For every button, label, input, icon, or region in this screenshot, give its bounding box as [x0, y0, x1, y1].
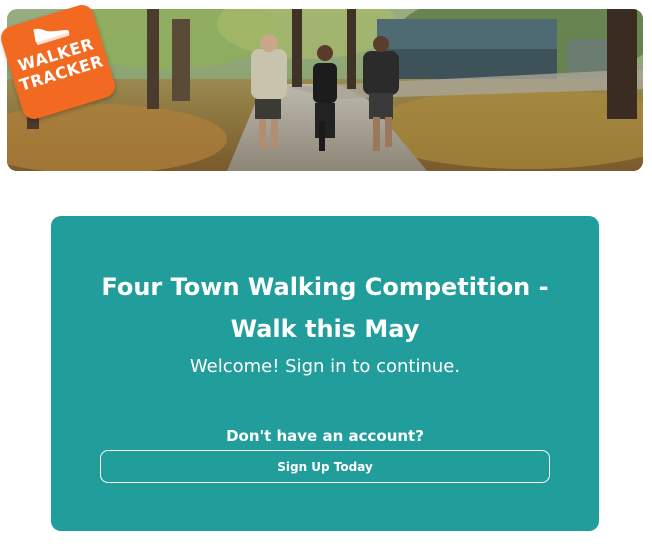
welcome-message: Welcome! Sign in to continue. — [189, 356, 461, 377]
sign-up-button[interactable]: Sign Up Today — [100, 450, 550, 483]
competition-title: Four Town Walking Competition - Walk thi… — [101, 273, 549, 343]
account-prompt: Don't have an account? — [226, 427, 424, 445]
signin-card: Four Town Walking Competition - Walk thi… — [51, 216, 599, 531]
page: WALKER TRACKER Four Town Walking Competi… — [0, 0, 652, 544]
